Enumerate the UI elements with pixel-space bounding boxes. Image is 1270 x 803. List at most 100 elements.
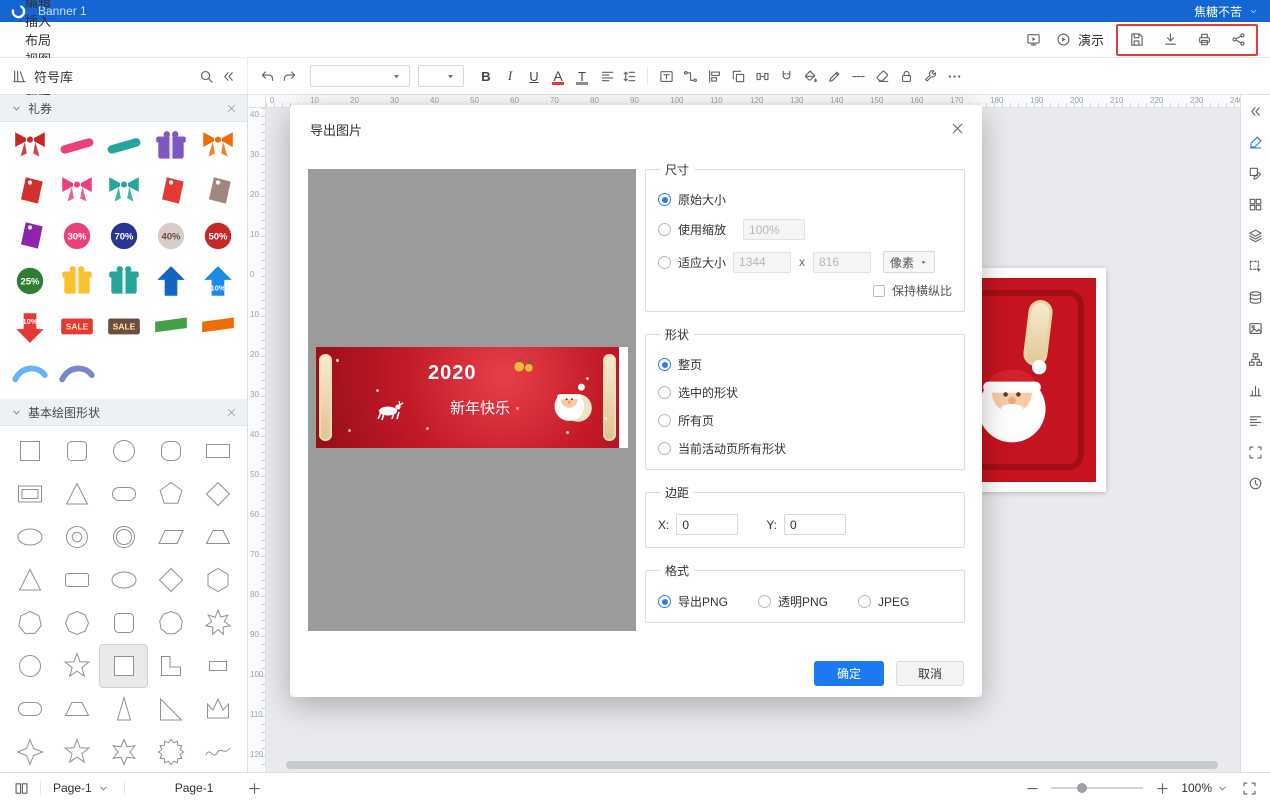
chart-icon[interactable] [1246,380,1266,400]
shape-wave[interactable] [194,731,241,772]
shape-double-circle[interactable] [100,516,147,558]
shape-donut[interactable] [53,516,100,558]
shape-heptagon[interactable] [6,602,53,644]
symbol-sale[interactable]: SALE [100,305,147,349]
radio-all-pages[interactable] [658,414,671,427]
redo-button[interactable] [278,65,300,87]
font-family-select[interactable] [310,65,410,87]
shape-rounded-rect[interactable] [6,688,53,730]
section-header-basic-shapes[interactable]: 基本绘图形状 [0,399,247,426]
shape-squircle[interactable] [147,430,194,472]
shape-hexagon[interactable] [194,559,241,601]
symbol-gift[interactable] [100,260,147,304]
horizontal-scrollbar[interactable] [280,761,1226,769]
shape-star5[interactable] [53,645,100,687]
symbol-tag[interactable] [6,215,53,259]
fit-height-input[interactable] [813,252,871,273]
user-menu[interactable]: 焦糖不苦 [1194,3,1260,20]
symbol-ribbon[interactable] [100,125,147,169]
symbol-swoosh[interactable] [53,350,100,394]
scrollbar-thumb[interactable] [286,761,1218,769]
shape-crown[interactable] [194,688,241,730]
shape-rounded-rect[interactable] [100,473,147,515]
shape-burst[interactable] [147,731,194,772]
zoom-level[interactable]: 100% [1181,780,1230,796]
shape-star4[interactable] [6,731,53,772]
share-button[interactable] [1227,29,1249,51]
cancel-button[interactable]: 取消 [896,661,964,686]
shape-octagon[interactable] [53,602,100,644]
text-box-button[interactable] [655,65,677,87]
shape-triangle[interactable] [53,473,100,515]
menubar-item-3[interactable]: 插入 [10,11,66,30]
selection-icon[interactable] [1246,256,1266,276]
history-icon[interactable] [1246,473,1266,493]
add-page-button[interactable] [243,777,265,799]
radio-export-png[interactable] [658,595,671,608]
symbol-banner[interactable] [147,305,194,349]
present-button[interactable]: 演示 [1053,29,1104,51]
symbol-tag[interactable] [147,170,194,214]
collapse-panel-icon[interactable] [1246,101,1266,121]
format-paint-icon[interactable] [1246,132,1266,152]
layers-icon[interactable] [1246,225,1266,245]
symbol-arrow-up[interactable] [147,260,194,304]
lock-button[interactable] [895,65,917,87]
presentation-view-icon[interactable] [1023,29,1045,51]
radio-selected-shapes[interactable] [658,386,671,399]
align-left-button[interactable] [596,65,618,87]
section-close-icon[interactable] [223,100,239,116]
shape-l-shape[interactable] [147,645,194,687]
font-color-button[interactable]: A [546,64,570,88]
zoom-slider[interactable] [1051,781,1143,795]
shape-frame[interactable] [6,473,53,515]
shape-small-rect[interactable] [194,645,241,687]
symbol-sale[interactable]: SALE [53,305,100,349]
radio-transparent-png[interactable] [758,595,771,608]
bold-button[interactable]: B [474,64,498,88]
org-chart-icon[interactable] [1246,349,1266,369]
shape-corner-rect[interactable] [53,559,100,601]
print-button[interactable] [1193,29,1215,51]
shape-trapezoid[interactable] [53,688,100,730]
align-shapes-button[interactable] [703,65,725,87]
margin-y-input[interactable] [784,514,846,535]
zoom-slider-thumb[interactable] [1077,783,1087,793]
section-header-coupons[interactable]: 礼券 [0,95,247,122]
zoom-out-button[interactable] [1021,777,1043,799]
undo-button[interactable] [256,65,278,87]
symbol-swoosh[interactable] [6,350,53,394]
shape-nonagon[interactable] [147,602,194,644]
symbol-badge[interactable]: 40% [147,215,194,259]
symbol-ribbon[interactable] [53,125,100,169]
italic-button[interactable]: I [498,64,522,88]
edit-shape-icon[interactable] [1246,163,1266,183]
confirm-button[interactable]: 确定 [814,661,884,686]
symbol-bow[interactable] [194,125,241,169]
shape-ellipse[interactable] [100,559,147,601]
symbol-badge[interactable]: 70% [100,215,147,259]
shape-triangle[interactable] [6,559,53,601]
line-spacing-button[interactable] [618,65,640,87]
margin-x-input[interactable] [676,514,738,535]
shape-diamond[interactable] [147,559,194,601]
zoom-in-button[interactable] [1151,777,1173,799]
more-button[interactable] [943,65,965,87]
fit-screen-icon[interactable] [1246,442,1266,462]
collapse-left-panel-icon[interactable] [217,65,239,87]
shape-parallelogram[interactable] [147,516,194,558]
radio-original-size[interactable] [658,193,671,206]
shape-circle[interactable] [6,645,53,687]
keep-ratio-checkbox[interactable] [873,285,885,297]
symbol-badge[interactable]: 50% [194,215,241,259]
align-text-icon[interactable] [1246,411,1266,431]
symbol-bow[interactable] [53,170,100,214]
symbol-bow[interactable] [6,125,53,169]
underline-button[interactable]: U [522,64,546,88]
line-style-button[interactable] [847,65,869,87]
symbol-banner[interactable] [194,305,241,349]
symbol-arrow-up[interactable]: 10% [194,260,241,304]
insert-image-icon[interactable] [1246,318,1266,338]
shape-right-triangle[interactable] [147,688,194,730]
symbol-badge[interactable]: 30% [53,215,100,259]
